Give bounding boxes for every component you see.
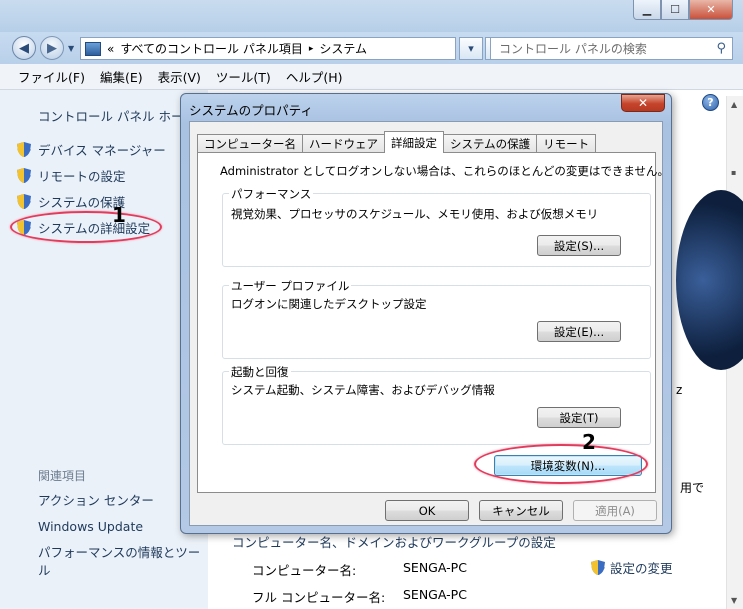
dialog-title: システムのプロパティ <box>189 103 313 118</box>
windows-logo-orb <box>676 190 743 370</box>
computer-section-heading: コンピューター名、ドメインおよびワークグループの設定 <box>232 535 556 550</box>
windows-update-link[interactable]: Windows Update <box>38 518 143 536</box>
computer-name-value: SENGA-PC <box>403 560 467 575</box>
menu-tools[interactable]: ツール(T) <box>216 67 271 86</box>
annotation-number-2: 2 <box>582 430 596 454</box>
tab-system-protection[interactable]: システムの保護 <box>443 134 538 153</box>
back-arrow-icon: ◀ <box>19 40 29 56</box>
device-manager-link[interactable]: デバイス マネージャー <box>16 140 166 159</box>
uac-shield-icon <box>16 193 32 210</box>
menu-help[interactable]: ヘルプ(H) <box>286 67 343 86</box>
action-center-link[interactable]: アクション センター <box>38 492 154 510</box>
close-window-button[interactable]: ✕ <box>689 0 733 20</box>
user-profiles-group: ユーザー プロファイル ログオンに関連したデスクトップ設定 設定(E)... <box>222 278 651 359</box>
performance-group-title: パフォーマンス <box>229 186 314 202</box>
dialog-close-button[interactable]: ✕ <box>621 94 665 112</box>
menu-file[interactable]: ファイル(F) <box>18 67 85 86</box>
remote-settings-label[interactable]: リモートの設定 <box>38 166 126 185</box>
user-profiles-description: ログオンに関連したデスクトップ設定 <box>231 297 427 311</box>
annotation-ellipse-1 <box>10 211 162 243</box>
computer-name-label: コンピューター名: <box>252 563 357 578</box>
user-profiles-settings-button[interactable]: 設定(E)... <box>537 321 621 342</box>
control-panel-icon <box>85 41 101 56</box>
close-icon: ✕ <box>706 3 716 16</box>
search-input[interactable]: コントロール パネルの検索 ⚲ <box>490 37 733 60</box>
help-icon[interactable]: ? <box>702 94 719 111</box>
breadcrumb-chevron[interactable]: « <box>107 42 114 56</box>
minimize-icon: ▁ <box>642 3 652 16</box>
performance-info-link[interactable]: パフォーマンスの情報とツール <box>38 544 203 580</box>
minimize-button[interactable]: ▁ <box>633 0 661 20</box>
full-computer-name-label: フル コンピューター名: <box>252 590 386 605</box>
tab-advanced[interactable]: 詳細設定 <box>384 131 444 153</box>
search-placeholder: コントロール パネルの検索 <box>499 42 647 56</box>
startup-recovery-group-title: 起動と回復 <box>229 364 291 380</box>
uac-shield-icon <box>590 559 606 576</box>
tab-strip: コンピューター名 ハードウェア 詳細設定 システムの保護 リモート <box>197 131 597 153</box>
breadcrumb-separator[interactable]: ▸ <box>309 44 314 54</box>
apply-button[interactable]: 適用(A) <box>573 500 657 521</box>
annotation-number-1: 1 <box>112 203 126 227</box>
search-icon[interactable]: ⚲ <box>716 41 726 56</box>
obscured-text-fragment: z <box>676 383 683 397</box>
performance-group: パフォーマンス 視覚効果、プロセッサのスケジュール、メモリ使用、および仮想メモリ… <box>222 186 651 267</box>
cancel-button[interactable]: キャンセル <box>479 500 563 521</box>
scroll-up-icon[interactable]: ▲ <box>731 100 737 109</box>
close-icon: ✕ <box>637 96 649 110</box>
recent-pages-dropdown-icon[interactable]: ▼ <box>68 44 74 53</box>
maximize-icon: ☐ <box>670 3 680 16</box>
obscured-text-fragment: 用で <box>680 481 705 495</box>
related-items-heading: 関連項目 <box>38 469 87 483</box>
system-protection-link[interactable]: システムの保護 <box>16 192 125 211</box>
tab-remote[interactable]: リモート <box>536 134 597 153</box>
change-settings-link[interactable]: 設定の変更 <box>590 558 673 577</box>
user-profiles-group-title: ユーザー プロファイル <box>229 278 352 294</box>
ok-button[interactable]: OK <box>385 500 469 521</box>
address-bar[interactable]: « すべてのコントロール パネル項目 ▸ システム <box>80 37 456 60</box>
scroll-marker: ▪ <box>731 168 737 177</box>
menu-bar: ファイル(F) 編集(E) 表示(V) ツール(T) ヘルプ(H) <box>0 64 743 90</box>
breadcrumb-system[interactable]: システム <box>319 40 367 57</box>
control-panel-home-link[interactable]: コントロール パネル ホーム <box>38 106 196 125</box>
remote-settings-link[interactable]: リモートの設定 <box>16 166 126 185</box>
forward-arrow-icon: ▶ <box>47 40 57 56</box>
task-pane: コントロール パネル ホーム デバイス マネージャー リモートの設定 システムの… <box>0 90 208 609</box>
uac-shield-icon <box>16 141 32 158</box>
scroll-down-icon[interactable]: ▼ <box>731 596 737 605</box>
device-manager-label[interactable]: デバイス マネージャー <box>38 140 166 159</box>
tab-hardware[interactable]: ハードウェア <box>302 134 385 153</box>
performance-settings-button[interactable]: 設定(S)... <box>537 235 621 256</box>
address-dropdown-button[interactable]: ▾ <box>459 37 483 60</box>
maximize-button[interactable]: ☐ <box>661 0 689 20</box>
menu-edit[interactable]: 編集(E) <box>100 67 143 86</box>
annotation-ellipse-2 <box>474 444 648 484</box>
full-computer-name-value: SENGA-PC <box>403 587 467 602</box>
tab-computer-name[interactable]: コンピューター名 <box>197 134 303 153</box>
window-titlebar: ▁ ☐ ✕ <box>0 0 743 32</box>
breadcrumb-all-items[interactable]: すべてのコントロール パネル項目 <box>120 40 303 57</box>
chevron-down-icon: ▾ <box>468 42 474 55</box>
uac-shield-icon <box>16 167 32 184</box>
forward-button[interactable]: ▶ <box>40 36 64 60</box>
window-caption-buttons: ▁ ☐ ✕ <box>633 0 733 20</box>
address-toolbar: ◀ ▶ ▼ « すべてのコントロール パネル項目 ▸ システム ▾ ⇆ コントロ… <box>0 32 743 64</box>
change-settings-label[interactable]: 設定の変更 <box>610 558 673 577</box>
startup-recovery-settings-button[interactable]: 設定(T) <box>537 407 621 428</box>
performance-description: 視覚効果、プロセッサのスケジュール、メモリ使用、および仮想メモリ <box>231 207 599 221</box>
startup-recovery-description: システム起動、システム障害、およびデバッグ情報 <box>231 383 495 397</box>
back-button[interactable]: ◀ <box>12 36 36 60</box>
menu-view[interactable]: 表示(V) <box>158 67 201 86</box>
admin-notice: Administrator としてログオンしない場合は、これらのほとんどの変更は… <box>220 164 670 178</box>
